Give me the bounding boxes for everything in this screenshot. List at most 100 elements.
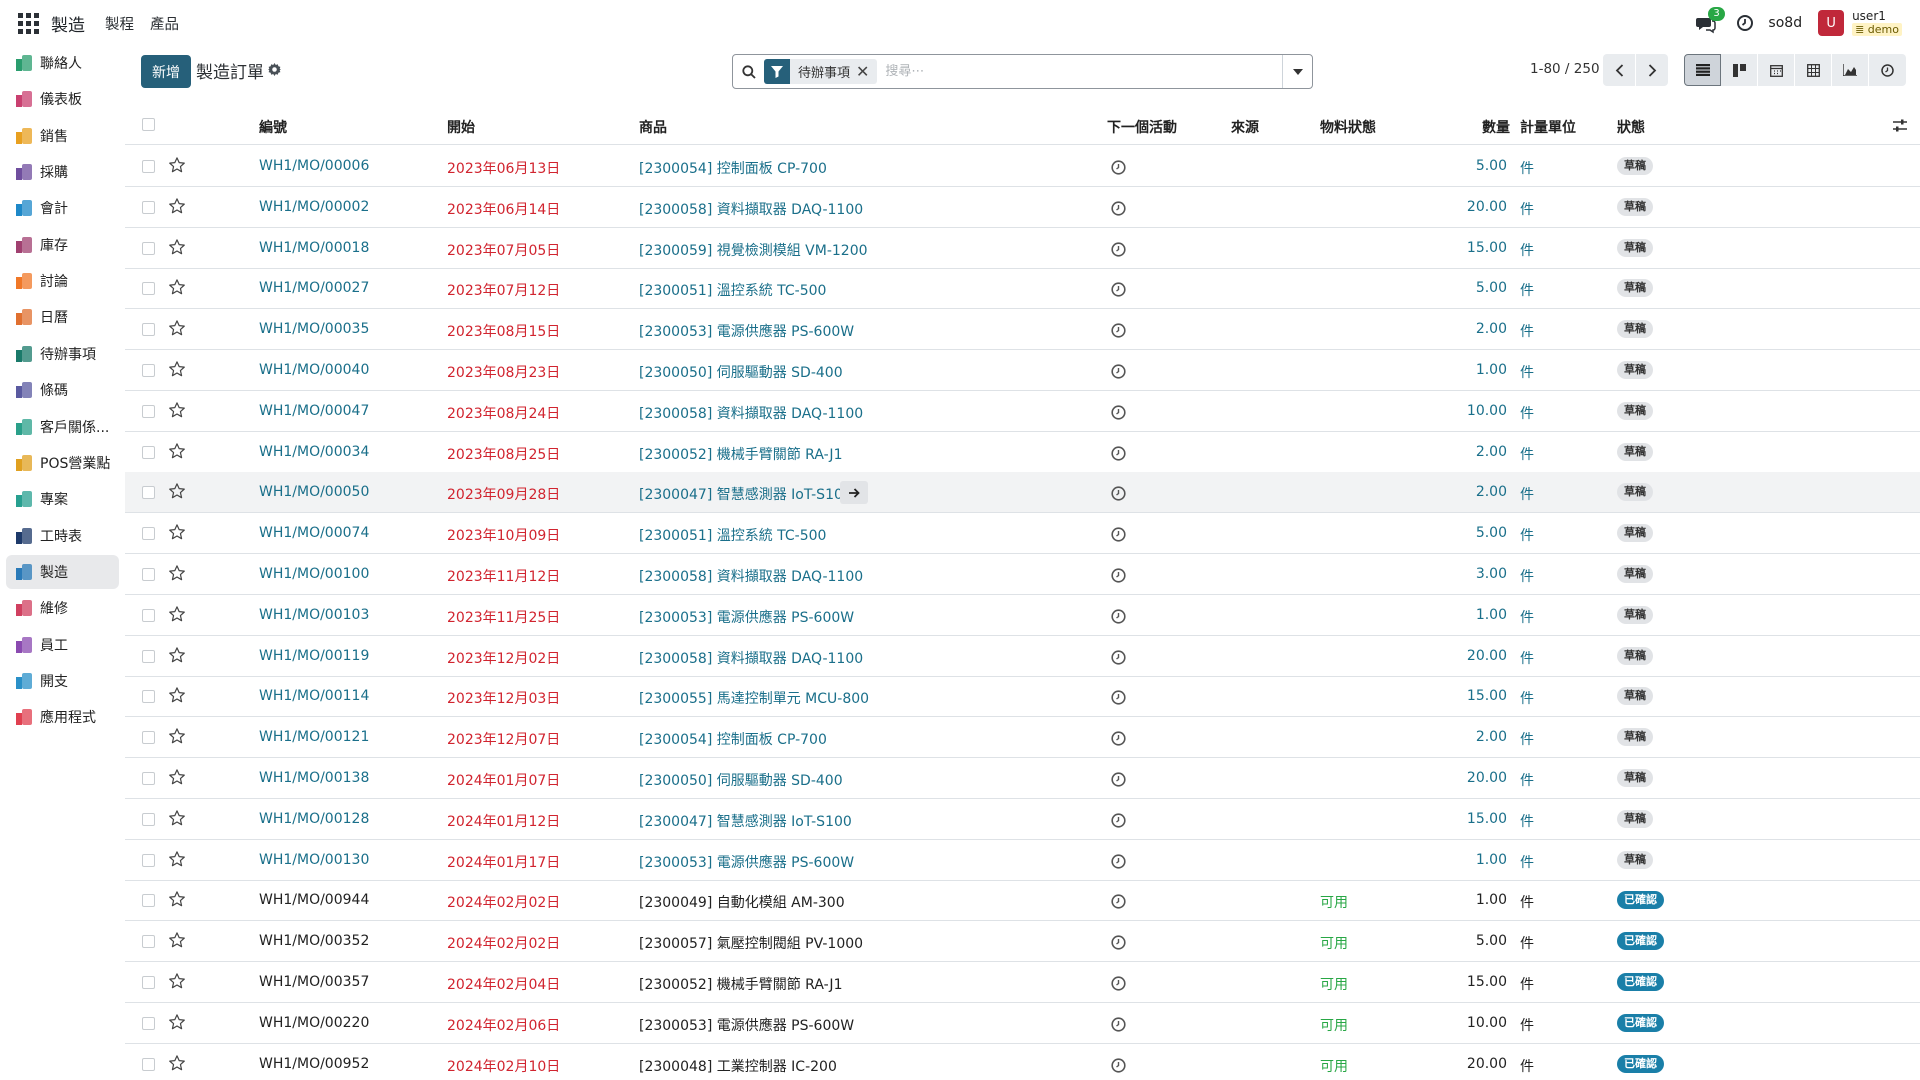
sidebar-item[interactable]: 員工	[6, 628, 119, 662]
row-checkbox[interactable]	[142, 323, 155, 337]
calendar-view-button[interactable]	[1758, 54, 1795, 86]
product-name[interactable]: [2300058] 資料擷取器 DAQ-1100	[639, 403, 863, 423]
sidebar-item[interactable]: 採購	[6, 155, 119, 189]
activity-clock-icon[interactable]	[1111, 282, 1126, 301]
select-all-checkbox[interactable]	[142, 118, 155, 131]
table-row[interactable]: WH1/MO/00220 2024年02月06日 [2300053] 電源供應器 P…	[125, 1003, 1920, 1044]
product-name[interactable]: [2300058] 資料擷取器 DAQ-1100	[639, 566, 863, 586]
star-icon[interactable]	[168, 482, 186, 504]
row-checkbox[interactable]	[142, 364, 155, 377]
order-reference[interactable]: WH1/MO/00027	[259, 280, 369, 296]
order-reference[interactable]: WH1/MO/00128	[259, 811, 369, 827]
star-icon[interactable]	[168, 890, 186, 912]
star-icon[interactable]	[168, 278, 186, 300]
column-uom[interactable]: 計量單位	[1520, 117, 1576, 137]
table-row[interactable]: WH1/MO/00114 2023年12月03日 [2300055] 馬達控制單元 …	[125, 676, 1920, 718]
menu-products[interactable]: 產品	[150, 13, 179, 34]
row-checkbox[interactable]	[142, 404, 155, 418]
column-start[interactable]: 開始	[447, 117, 475, 137]
table-row[interactable]: WH1/MO/00040 2023年08月23日 [2300050] 伺服驅動器 S…	[125, 350, 1920, 391]
menu-operations[interactable]: 製程	[105, 13, 134, 34]
search-options-toggle[interactable]	[1282, 55, 1312, 88]
sidebar-item[interactable]: 會計	[6, 191, 119, 225]
product-name[interactable]: [2300052] 機械手臂關節 RA-J1	[639, 444, 842, 464]
activity-clock-icon[interactable]	[1111, 1057, 1126, 1077]
star-icon[interactable]	[168, 1013, 186, 1035]
order-reference[interactable]: WH1/MO/00352	[259, 933, 369, 949]
column-state[interactable]: 狀態	[1617, 117, 1645, 137]
row-checkbox[interactable]	[142, 731, 155, 745]
optional-columns-icon[interactable]	[1893, 119, 1907, 132]
row-checkbox[interactable]	[142, 527, 155, 541]
product-name[interactable]: [2300058] 資料擷取器 DAQ-1100	[639, 648, 863, 668]
row-checkbox[interactable]	[142, 853, 155, 867]
star-icon[interactable]	[168, 564, 186, 586]
star-icon[interactable]	[168, 931, 186, 953]
star-icon[interactable]	[168, 442, 186, 464]
activity-clock-icon[interactable]	[1111, 323, 1126, 342]
sidebar-item[interactable]: 開支	[6, 664, 119, 698]
sidebar-item[interactable]: 討論	[6, 264, 119, 298]
product-name[interactable]: [2300051] 溫控系統 TC-500	[639, 525, 826, 545]
product-name[interactable]: [2300053] 電源供應器 PS-600W	[639, 321, 854, 341]
activity-view-button[interactable]	[1869, 54, 1906, 86]
product-name[interactable]: [2300052] 機械手臂關節 RA-J1	[639, 974, 842, 994]
row-checkbox[interactable]	[142, 241, 155, 255]
activity-clock-icon[interactable]	[1111, 894, 1126, 913]
activity-clock-icon[interactable]	[1111, 935, 1126, 954]
activity-clock-icon[interactable]	[1111, 976, 1126, 995]
order-reference[interactable]: WH1/MO/00034	[259, 444, 369, 460]
order-reference[interactable]: WH1/MO/00944	[259, 892, 369, 908]
order-reference[interactable]: WH1/MO/00018	[259, 240, 369, 256]
column-source[interactable]: 來源	[1231, 117, 1259, 137]
table-row[interactable]: WH1/MO/00121 2023年12月07日 [2300054] 控制面板 CP…	[125, 717, 1920, 759]
kanban-view-button[interactable]	[1721, 54, 1758, 86]
table-row[interactable]: WH1/MO/00002 2023年06月14日 [2300058] 資料擷取器 D…	[125, 187, 1920, 228]
sidebar-item[interactable]: 庫存	[6, 228, 119, 262]
row-checkbox[interactable]	[142, 1016, 155, 1030]
sidebar-item[interactable]: 待辦事項	[6, 337, 119, 371]
product-name[interactable]: [2300051] 溫控系統 TC-500	[639, 280, 826, 300]
new-button[interactable]: 新增	[141, 55, 191, 88]
activity-clock-icon[interactable]	[1111, 568, 1126, 587]
table-row[interactable]: WH1/MO/00128 2024年01月12日 [2300047] 智慧感測器 I…	[125, 799, 1920, 840]
pager-next-button[interactable]	[1636, 54, 1668, 86]
table-row[interactable]: WH1/MO/00035 2023年08月15日 [2300053] 電源供應器 P…	[125, 309, 1920, 351]
order-reference[interactable]: WH1/MO/00121	[259, 729, 369, 745]
row-checkbox[interactable]	[142, 1057, 155, 1071]
product-name[interactable]: [2300048] 工業控制器 IC-200	[639, 1056, 837, 1076]
column-material-status[interactable]: 物料狀態	[1320, 117, 1376, 137]
table-row[interactable]: WH1/MO/00027 2023年07月12日 [2300051] 溫控系統 TC…	[125, 268, 1920, 310]
sidebar-item[interactable]: 儀表板	[6, 82, 119, 116]
order-reference[interactable]: WH1/MO/00114	[259, 688, 369, 704]
search-input[interactable]	[885, 64, 1266, 79]
product-name[interactable]: [2300047] 智慧感測器 IoT-S100	[639, 811, 852, 831]
order-reference[interactable]: WH1/MO/00006	[259, 158, 369, 174]
activity-clock-icon[interactable]	[1111, 486, 1126, 505]
star-icon[interactable]	[168, 523, 186, 545]
star-icon[interactable]	[168, 156, 186, 178]
order-reference[interactable]: WH1/MO/00050	[259, 484, 369, 500]
facet-remove-icon[interactable]: ✕	[856, 62, 877, 81]
sidebar-item[interactable]: 製造	[6, 554, 119, 589]
table-row[interactable]: WH1/MO/00006 2023年06月13日 [2300054] 控制面板 CP…	[125, 146, 1920, 187]
column-quantity[interactable]: 數量	[1482, 117, 1510, 137]
star-icon[interactable]	[168, 646, 186, 668]
row-checkbox[interactable]	[142, 200, 155, 214]
activity-clock-icon[interactable]	[1111, 160, 1126, 179]
sidebar-item[interactable]: 條碼	[6, 373, 119, 407]
company-name[interactable]: so8d	[1768, 15, 1802, 31]
row-checkbox[interactable]	[142, 812, 155, 826]
graph-view-button[interactable]	[1832, 54, 1869, 86]
table-row[interactable]: WH1/MO/00074 2023年10月09日 [2300051] 溫控系統 TC…	[125, 513, 1920, 555]
table-row[interactable]: WH1/MO/00138 2024年01月07日 [2300050] 伺服驅動器 S…	[125, 758, 1920, 799]
product-name[interactable]: [2300047] 智慧感測器 IoT-S100	[639, 484, 852, 504]
order-reference[interactable]: WH1/MO/00002	[259, 199, 369, 215]
star-icon[interactable]	[168, 605, 186, 627]
table-row[interactable]: WH1/MO/00034 2023年08月25日 [2300052] 機械手臂關節 …	[125, 432, 1920, 473]
table-row[interactable]: WH1/MO/00352 2024年02月02日 [2300057] 氣壓控制閥組 …	[125, 921, 1920, 963]
activity-clock-icon[interactable]	[1111, 1017, 1126, 1036]
table-row[interactable]: WH1/MO/00047 2023年08月24日 [2300058] 資料擷取器 D…	[125, 391, 1920, 432]
activity-clock-icon[interactable]	[1111, 813, 1126, 832]
search-bar[interactable]: 待辦事項 ✕	[732, 54, 1313, 89]
